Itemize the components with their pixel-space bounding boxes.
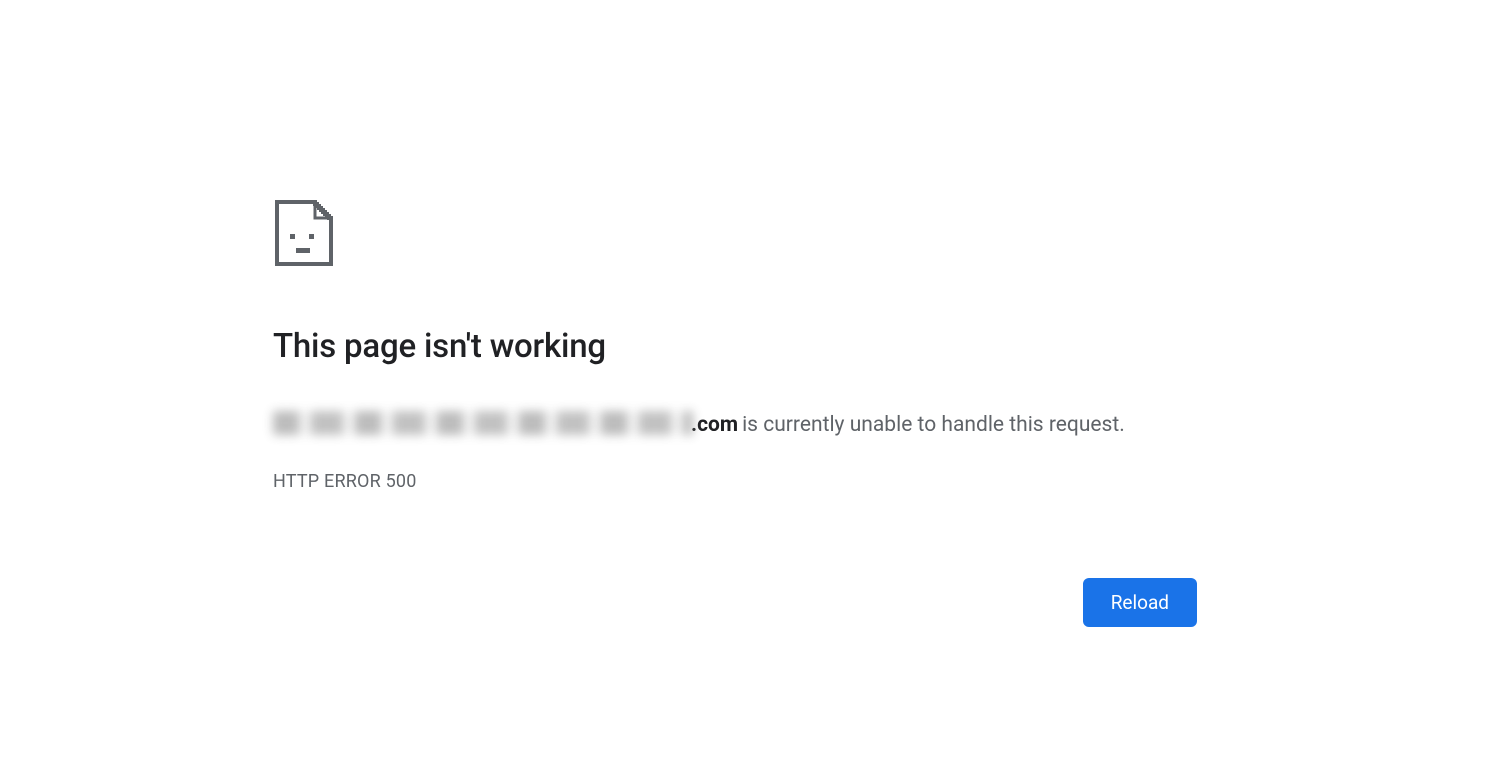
reload-button[interactable]: Reload: [1083, 578, 1197, 627]
error-code: HTTP ERROR 500: [273, 471, 1197, 492]
error-message: .com is currently unable to handle this …: [273, 407, 1197, 440]
error-page: This page isn't working .com is currentl…: [273, 200, 1197, 627]
error-message-text: is currently unable to handle this reque…: [742, 411, 1125, 440]
redacted-domain: [273, 411, 693, 435]
sad-file-icon: [275, 200, 1197, 266]
action-row: Reload: [273, 578, 1197, 627]
domain-suffix: .com: [691, 411, 738, 440]
error-heading: This page isn't working: [273, 326, 1197, 367]
